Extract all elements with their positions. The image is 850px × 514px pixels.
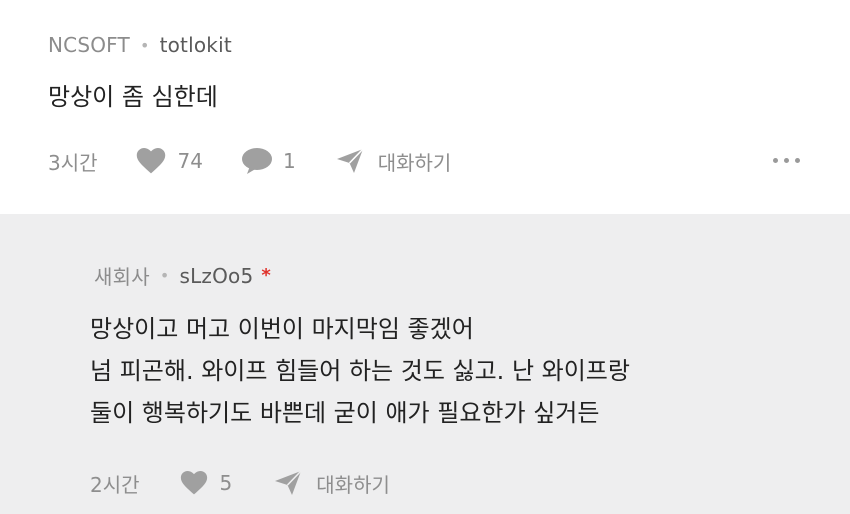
company-name: 새회사 [94, 265, 150, 289]
more-icon [773, 158, 778, 163]
reply-line: 망상이고 머고 이번이 마지막임 좋겠어 [90, 315, 474, 343]
like-count: 74 [177, 149, 203, 173]
author-badge-star: * [261, 265, 272, 286]
author-nickname[interactable]: totlokit [160, 33, 232, 57]
comment-count: 1 [282, 149, 296, 173]
post-actions: 3시간 74 1 대화하기 [48, 146, 451, 176]
company-name: NCSOFT [48, 33, 130, 57]
chat-button[interactable]: 대화하기 [336, 147, 452, 176]
like-button[interactable]: 5 [180, 471, 233, 495]
post-card: NCSOFT • totlokit 망상이 좀 심한데 3시간 74 1 대화하… [0, 0, 850, 214]
separator-dot: • [139, 35, 150, 55]
author-nickname[interactable]: sLzOo5 [179, 264, 253, 288]
reply-line: 넘 피곤해. 와이프 힘들어 하는 것도 싫고. 난 와이프랑 [90, 357, 630, 385]
heart-icon [136, 148, 165, 174]
reply-card: 새회사 • sLzOo5 * 망상이고 머고 이번이 마지막임 좋겠어 넘 피곤… [0, 214, 850, 514]
chat-button[interactable]: 대화하기 [274, 469, 390, 498]
separator-dot: • [159, 266, 170, 285]
reply-line: 둘이 행복하기도 바쁜데 굳이 애가 필요한가 싶거든 [90, 399, 600, 427]
post-content: 망상이 좀 심한데 [48, 76, 218, 118]
more-icon [795, 158, 800, 163]
send-icon [275, 470, 302, 495]
chat-label: 대화하기 [377, 150, 452, 175]
comment-button[interactable]: 1 [241, 147, 296, 175]
comment-icon [241, 148, 272, 174]
post-text: 망상이 좀 심한데 [48, 83, 218, 111]
post-author: NCSOFT • totlokit [48, 33, 232, 57]
reply-content: 망상이고 머고 이번이 마지막임 좋겠어 넘 피곤해. 와이프 힘들어 하는 것… [90, 308, 630, 434]
chat-label: 대화하기 [316, 472, 390, 497]
reply-actions: 2시간 5 대화하기 [90, 468, 390, 498]
more-icon [784, 158, 789, 163]
send-icon [336, 148, 364, 173]
reply-time: 2시간 [90, 472, 140, 497]
like-button[interactable]: 74 [136, 148, 203, 174]
reply-author: 새회사 • sLzOo5 * [94, 261, 271, 290]
like-count: 5 [219, 471, 233, 495]
more-options-button[interactable] [773, 158, 800, 163]
post-time: 3시간 [48, 150, 98, 175]
heart-icon [180, 471, 207, 495]
